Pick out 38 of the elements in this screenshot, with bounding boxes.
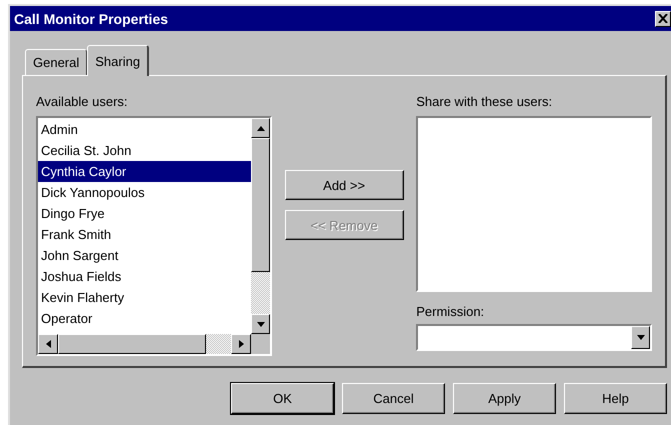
scroll-up-button[interactable] (251, 118, 270, 138)
scroll-thumb[interactable] (58, 334, 206, 354)
left-arrow-icon (46, 340, 50, 348)
dialog-button[interactable]: Apply (453, 383, 556, 414)
user-list-item[interactable]: Operator (38, 308, 251, 329)
scroll-left-button[interactable] (38, 334, 58, 354)
up-arrow-icon (256, 126, 264, 130)
down-arrow-icon (256, 322, 264, 326)
available-users-label: Available users: (36, 94, 129, 110)
share-users-label: Share with these users: (416, 94, 554, 110)
permission-label: Permission: (416, 304, 486, 320)
user-list-item[interactable]: Frank Smith (38, 224, 251, 245)
tab[interactable]: Sharing (87, 45, 150, 76)
user-list-item[interactable]: Cynthia Caylor (38, 161, 251, 182)
user-list-item[interactable]: John Sargent (38, 245, 251, 266)
close-button[interactable] (655, 10, 671, 26)
close-icon (658, 14, 668, 23)
dropdown-arrow-icon (636, 335, 645, 340)
user-list-item[interactable]: Dingo Frye (38, 203, 251, 224)
scroll-down-button[interactable] (251, 314, 270, 334)
dialog-button[interactable]: OK (231, 383, 334, 414)
vertical-scrollbar[interactable] (251, 118, 270, 334)
right-arrow-icon (238, 340, 244, 348)
scroll-right-button[interactable] (231, 334, 251, 354)
user-list-item[interactable]: Kevin Flaherty (38, 287, 251, 308)
dialog-button[interactable]: Help (564, 383, 667, 414)
user-list-item[interactable]: Dick Yannopoulos (38, 182, 251, 203)
user-list-item[interactable]: Joshua Fields (38, 266, 251, 287)
user-list-item[interactable]: Cecilia St. John (38, 140, 251, 161)
permission-dropdown[interactable] (416, 324, 652, 351)
tab[interactable]: General (25, 49, 88, 75)
scroll-thumb[interactable] (251, 138, 270, 272)
add-button[interactable]: Add >> (284, 170, 404, 200)
horizontal-scrollbar[interactable] (38, 334, 251, 354)
dialog-button[interactable]: Cancel (342, 383, 445, 414)
window-title: Call Monitor Properties (14, 10, 168, 26)
user-list-item[interactable]: Admin (38, 119, 251, 140)
scrollbar-corner (251, 334, 270, 354)
